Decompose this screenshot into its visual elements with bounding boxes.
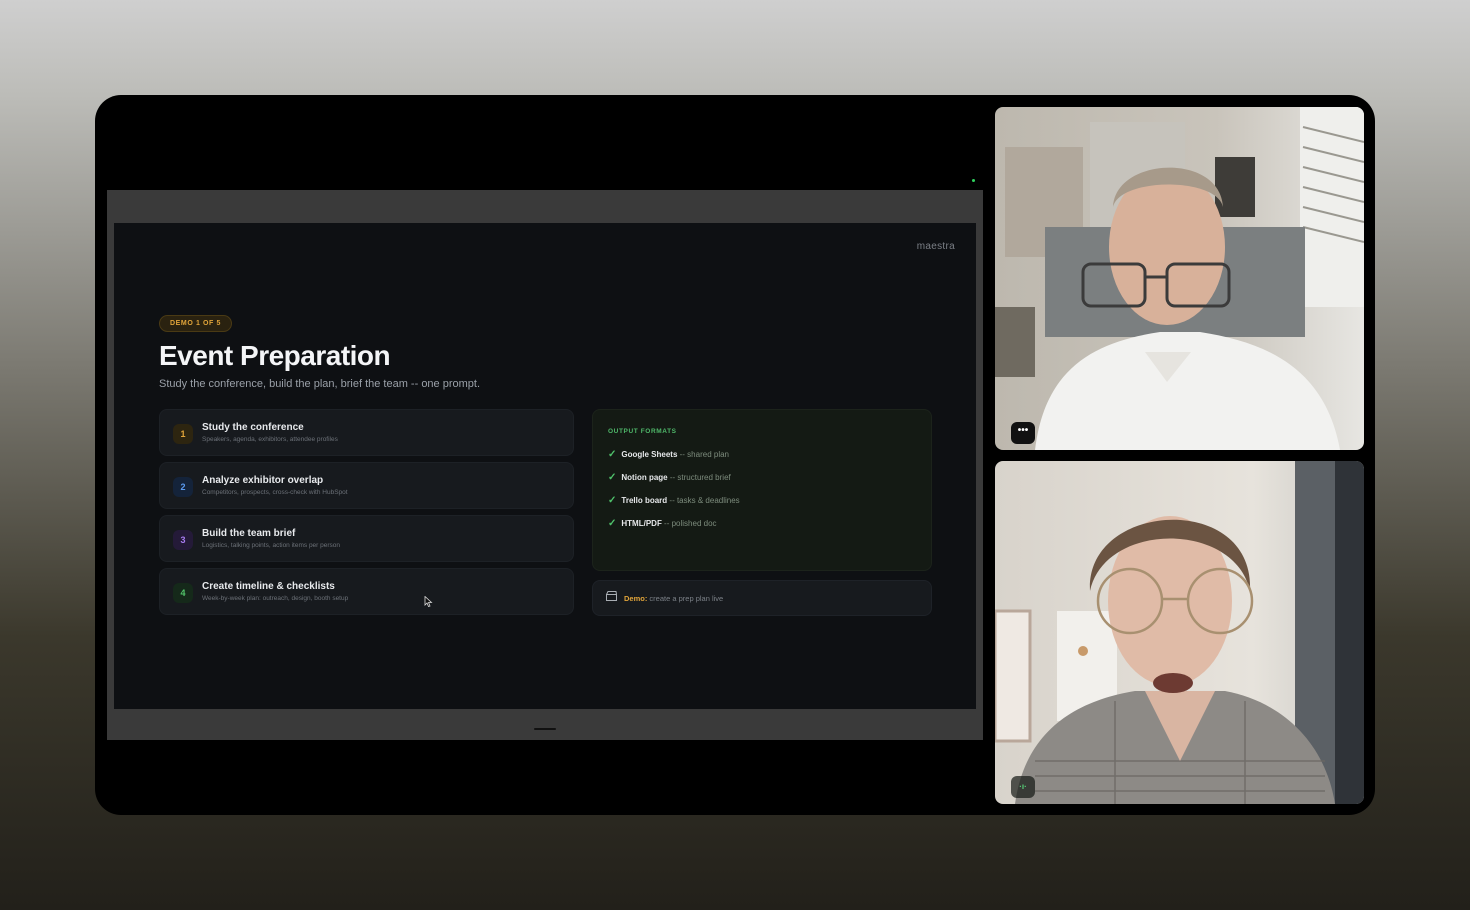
check-icon: ✓ — [608, 495, 617, 506]
output-formats-card: OUTPUT FORMATS ✓ Google Sheets -- shared … — [592, 409, 932, 571]
slide-subtitle: Study the conference, build the plan, br… — [159, 378, 481, 390]
video-tile-participant-1[interactable]: ••• — [995, 107, 1364, 450]
clapperboard-icon — [606, 591, 617, 604]
output-item: ✓ HTML/PDF -- polished doc — [608, 517, 740, 540]
video-tile-participant-2[interactable]: ·ı· — [995, 461, 1364, 804]
output-item: ✓ Google Sheets -- shared plan — [608, 448, 740, 471]
demo-description: create a prep plan live — [647, 594, 724, 603]
output-name: HTML/PDF — [621, 519, 662, 528]
demo-badge: DEMO 1 OF 5 — [159, 315, 232, 332]
step-number: 4 — [173, 583, 193, 603]
step-title: Study the conference — [202, 422, 304, 433]
check-icon: ✓ — [608, 518, 617, 529]
steps-list: 1 Study the conference Speakers, agenda,… — [159, 409, 574, 621]
output-item: ✓ Notion page -- structured brief — [608, 471, 740, 494]
recording-indicator — [972, 179, 975, 182]
demo-label: Demo: — [624, 594, 648, 603]
slide-title: Event Preparation — [159, 340, 391, 371]
step-number: 1 — [173, 424, 193, 444]
check-icon: ✓ — [608, 472, 617, 483]
brand-logo-text: maestra — [916, 241, 955, 252]
check-icon: ✓ — [608, 449, 617, 460]
step-card: 4 Create timeline & checklists Week-by-w… — [159, 568, 574, 615]
mouse-cursor-icon — [424, 596, 433, 607]
demo-card: Demo: create a prep plan live — [592, 580, 932, 616]
step-card: 1 Study the conference Speakers, agenda,… — [159, 409, 574, 456]
step-description: Speakers, agenda, exhibitors, attendee p… — [202, 436, 338, 443]
step-card: 3 Build the team brief Logistics, talkin… — [159, 515, 574, 562]
output-desc: -- structured brief — [667, 473, 731, 482]
step-title: Create timeline & checklists — [202, 581, 335, 592]
step-description: Logistics, talking points, action items … — [202, 542, 341, 549]
output-name: Google Sheets — [621, 450, 678, 459]
step-number: 3 — [173, 530, 193, 550]
output-desc: -- tasks & deadlines — [667, 496, 740, 505]
step-description: Week-by-week plan: outreach, design, boo… — [202, 595, 349, 602]
output-name: Trello board — [621, 496, 668, 505]
presentation-slide: maestra DEMO 1 OF 5 Event Preparation St… — [114, 223, 976, 709]
output-name: Notion page — [621, 473, 668, 482]
share-drag-handle[interactable] — [534, 728, 556, 730]
output-item: ✓ Trello board -- tasks & deadlines — [608, 494, 740, 517]
output-formats-heading: OUTPUT FORMATS — [608, 428, 677, 435]
step-card: 2 Analyze exhibitor overlap Competitors,… — [159, 462, 574, 509]
step-title: Analyze exhibitor overlap — [202, 475, 324, 486]
participant-1-video — [995, 107, 1364, 450]
output-desc: -- polished doc — [661, 519, 717, 528]
output-formats-list: ✓ Google Sheets -- shared plan ✓ Notion pa… — [608, 448, 740, 540]
step-number: 2 — [173, 477, 193, 497]
demo-text: Demo: create a prep plan live — [624, 594, 723, 603]
step-description: Competitors, prospects, cross-check with… — [202, 489, 348, 496]
screen-share-area: maestra DEMO 1 OF 5 Event Preparation St… — [107, 190, 983, 740]
meeting-window: maestra DEMO 1 OF 5 Event Preparation St… — [95, 95, 1375, 815]
more-options-icon[interactable]: ••• — [1011, 422, 1035, 444]
step-title: Build the team brief — [202, 528, 296, 539]
participant-2-video — [995, 461, 1364, 804]
output-desc: -- shared plan — [677, 450, 729, 459]
audio-level-icon[interactable]: ·ı· — [1011, 776, 1035, 798]
